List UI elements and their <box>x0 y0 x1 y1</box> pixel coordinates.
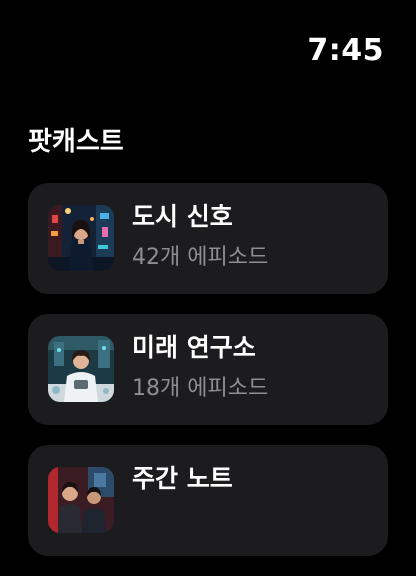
section-title: 팟캐스트 <box>28 127 124 157</box>
podcast-card[interactable]: 미래 연구소 18개 에피소드 <box>28 314 388 425</box>
podcast-title: 미래 연구소 <box>132 333 256 362</box>
lab-scientist-artwork <box>48 336 114 402</box>
podcast-list: 도시 신호 42개 에피소드 미래 연구소 18개 에피소드 주간 노트 <box>28 183 388 576</box>
city-night-person-artwork <box>48 205 114 271</box>
two-hosts-artwork <box>48 467 114 533</box>
status-time: 7:45 <box>307 33 384 68</box>
episode-count: 18개 에피소드 <box>132 376 269 401</box>
podcast-title: 도시 신호 <box>132 202 233 231</box>
episode-count: 42개 에피소드 <box>132 245 269 270</box>
podcast-card[interactable]: 주간 노트 <box>28 445 388 556</box>
podcast-card[interactable]: 도시 신호 42개 에피소드 <box>28 183 388 294</box>
podcast-title: 주간 노트 <box>132 464 233 493</box>
